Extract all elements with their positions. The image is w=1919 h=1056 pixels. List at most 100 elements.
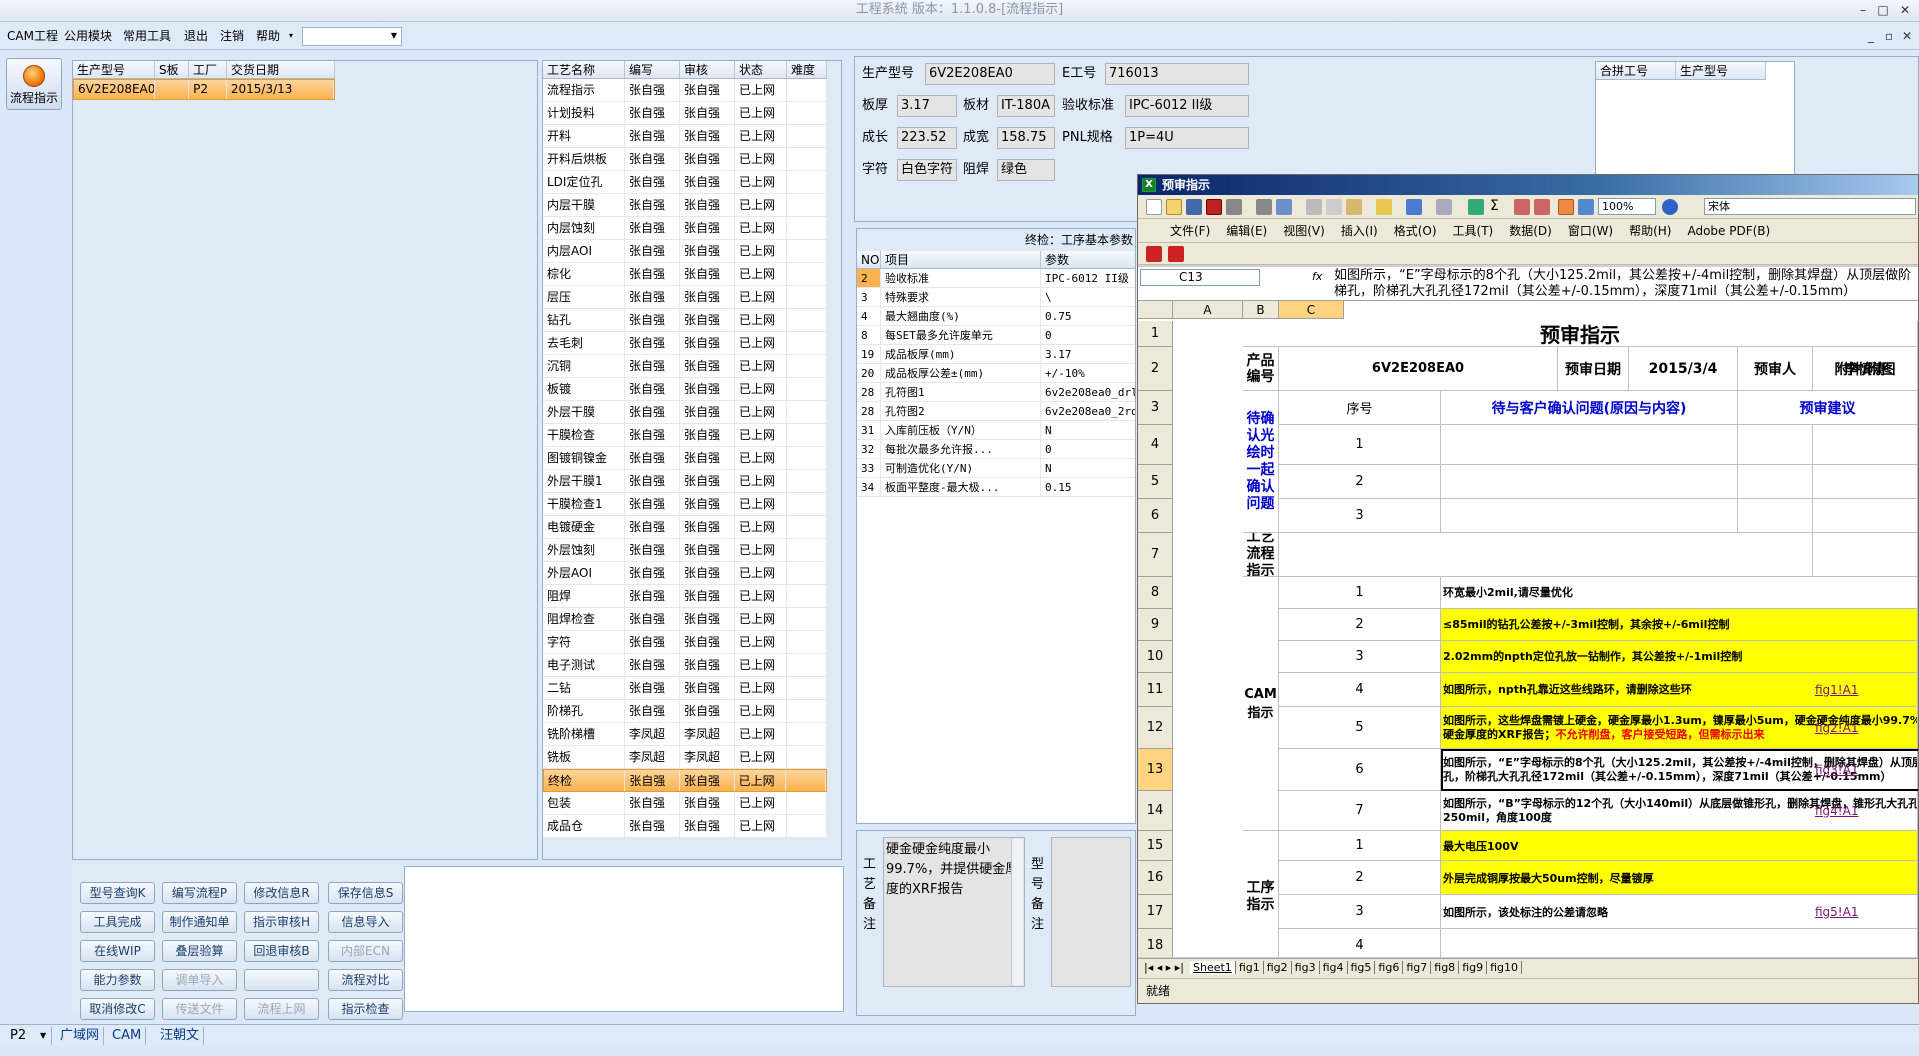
table-row[interactable]: 4 最大翘曲度(%) 0.75	[857, 307, 1135, 326]
thick-field[interactable]: 3.17	[897, 95, 957, 117]
fig-link[interactable]	[1813, 577, 1918, 609]
table-row[interactable]: 去毛刺 张自强 张自强 已上网	[543, 332, 827, 355]
child-restore-icon[interactable]: ▫	[1880, 28, 1898, 44]
table-row[interactable]: 32 每批次最多允许报... 0	[857, 440, 1135, 459]
tab-fig9[interactable]: fig9	[1459, 961, 1488, 974]
remark-scrollbar[interactable]	[1011, 839, 1023, 985]
sheet-cell[interactable]: 序号	[1279, 391, 1441, 425]
table-row[interactable]: 31 入库前压板（Y/N） N	[857, 421, 1135, 440]
column-header[interactable]: B	[1243, 301, 1279, 319]
print-preview-icon[interactable]	[1256, 199, 1272, 215]
close-icon[interactable]: ✕	[1896, 2, 1914, 18]
cut-icon[interactable]	[1306, 199, 1322, 215]
table-row[interactable]: 铣阶梯槽 李凤超 李凤超 已上网	[543, 723, 827, 746]
sheet-cell[interactable]	[1441, 425, 1738, 465]
model-field[interactable]: 6V2E208EA0	[925, 63, 1055, 85]
message-box[interactable]	[404, 866, 844, 1012]
menu-logout[interactable]: 注销	[220, 28, 244, 44]
action-button[interactable]: 制作通知单	[162, 911, 237, 933]
col-header[interactable]: 审核	[680, 61, 735, 78]
maximize-icon[interactable]: □	[1874, 2, 1892, 18]
table-row[interactable]: 开料后烘板 张自强 张自强 已上网	[543, 148, 827, 171]
format-painter-icon[interactable]	[1376, 199, 1392, 215]
fig-link[interactable]	[1813, 641, 1918, 673]
table-row[interactable]: 外层干膜1 张自强 张自强 已上网	[543, 470, 827, 493]
sheet-cell[interactable]: 2	[1279, 609, 1441, 641]
material-field[interactable]: IT-180A	[997, 95, 1055, 117]
new-icon[interactable]	[1146, 199, 1162, 215]
drawing-icon[interactable]	[1578, 199, 1594, 215]
col-header[interactable]: 状态	[735, 61, 787, 78]
sheet-cell[interactable]	[1813, 499, 1918, 533]
action-button[interactable]: 工具完成	[80, 911, 155, 933]
table-row[interactable]: 计划投料 张自强 张自强 已上网	[543, 102, 827, 125]
sheet-cell[interactable]	[1738, 425, 1813, 465]
row-header[interactable]: 3	[1138, 391, 1173, 425]
table-row[interactable]: 钻孔 张自强 张自强 已上网	[543, 309, 827, 332]
table-row[interactable]: 34 板面平整度-最大极... 0.15	[857, 478, 1135, 497]
sheet-cell[interactable]: CAM指示	[1243, 577, 1279, 831]
col-header[interactable]: 工艺名称	[543, 61, 625, 78]
row-header[interactable]: 4	[1138, 425, 1173, 465]
table-row[interactable]: 3 特殊要求 \	[857, 288, 1135, 307]
sheet-cell[interactable]: 1	[1279, 577, 1441, 609]
row-header[interactable]: 18	[1138, 929, 1173, 957]
table-row[interactable]: 板镀 张自强 张自强 已上网	[543, 378, 827, 401]
table-row[interactable]: 20 成品板厚公差±(mm) +/-10%	[857, 364, 1135, 383]
xl-menu-data[interactable]: 数据(D)	[1509, 219, 1552, 243]
remark-text[interactable]: 硬金硬金纯度最小99.7%，并提供硬金厚度的XRF报告	[883, 837, 1025, 987]
action-button[interactable]: 指示审核H	[244, 911, 319, 933]
col-header[interactable]: 生产型号	[73, 61, 155, 78]
model-remark-text[interactable]	[1051, 837, 1131, 987]
row-header[interactable]: 6	[1138, 499, 1173, 533]
table-row[interactable]: 棕化 张自强 张自强 已上网	[543, 263, 827, 286]
row-header[interactable]: 7	[1138, 533, 1173, 577]
tab-fig10[interactable]: fig10	[1487, 961, 1523, 974]
paste-icon[interactable]	[1346, 199, 1362, 215]
table-row[interactable]: 流程指示 张自强 张自强 已上网	[543, 79, 827, 102]
tab-sheet1[interactable]: Sheet1	[1190, 961, 1236, 974]
print-icon[interactable]	[1226, 199, 1242, 215]
sheet-cell[interactable]: 6V2E208EA0	[1279, 347, 1558, 391]
table-row[interactable]: 8 每SET最多允许废单元 0	[857, 326, 1135, 345]
row-header[interactable]: 17	[1138, 895, 1173, 929]
sheet-cell[interactable]: 4	[1279, 673, 1441, 707]
table-row[interactable]: 28 孔符图1 6v2e208ea0_drl_	[857, 383, 1135, 402]
len-field[interactable]: 223.52	[897, 127, 957, 149]
table-row[interactable]: 内层干膜 张自强 张自强 已上网	[543, 194, 827, 217]
row-header[interactable]: 15	[1138, 831, 1173, 861]
width-field[interactable]: 158.75	[997, 127, 1055, 149]
table-row[interactable]: 阻焊检查 张自强 张自强 已上网	[543, 608, 827, 631]
sheet-cell[interactable]: 预审人	[1738, 347, 1813, 391]
copy-icon[interactable]	[1326, 199, 1342, 215]
action-button[interactable]: 回退审核B	[244, 940, 319, 962]
sheet-title[interactable]: 预审指示	[1243, 321, 1918, 347]
tab-fig4[interactable]: fig4	[1319, 961, 1348, 974]
table-row[interactable]: 二钻 张自强 张自强 已上网	[543, 677, 827, 700]
minimize-icon[interactable]: –	[1854, 2, 1872, 18]
tab-nav-icon[interactable]: |◂ ◂ ▸ ▸|	[1138, 961, 1190, 974]
row-header[interactable]: 14	[1138, 791, 1173, 831]
table-row[interactable]: 开料 张自强 张自强 已上网	[543, 125, 827, 148]
row-header[interactable]: 9	[1138, 609, 1173, 641]
xl-menu-tools[interactable]: 工具(T)	[1453, 219, 1494, 243]
xl-menu-insert[interactable]: 插入(I)	[1341, 219, 1378, 243]
sheet-cell[interactable]: 1	[1279, 831, 1441, 861]
table-row[interactable]: 图镀铜镍金 张自强 张自强 已上网	[543, 447, 827, 470]
action-button[interactable]: 指示检查	[328, 998, 403, 1020]
fig-link[interactable]	[1813, 861, 1918, 895]
row-header[interactable]: 5	[1138, 465, 1173, 499]
menu-tools[interactable]: 常用工具	[123, 28, 171, 44]
row-header[interactable]: 1	[1138, 321, 1173, 347]
fig-link[interactable]	[1813, 929, 1918, 957]
action-button[interactable]: 叠层验算	[162, 940, 237, 962]
action-button[interactable]: 修改信息R	[244, 882, 319, 904]
sheet-cell[interactable]: 产品编号	[1243, 347, 1279, 391]
sheet-cell[interactable]: 工序指示	[1243, 831, 1279, 957]
tab-fig6[interactable]: fig6	[1375, 961, 1404, 974]
table-row[interactable]: 外层AOI 张自强 张自强 已上网	[543, 562, 827, 585]
sheet-cell[interactable]: 3	[1279, 499, 1441, 533]
row-header[interactable]: 16	[1138, 861, 1173, 895]
row-header[interactable]: 10	[1138, 641, 1173, 673]
table-row[interactable]: 铣板 李凤超 李凤超 已上网	[543, 746, 827, 769]
